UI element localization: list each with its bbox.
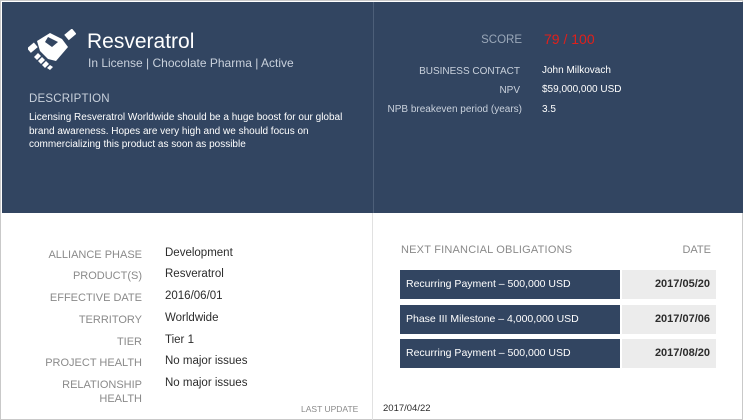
obligations-date-header: DATE	[682, 244, 711, 256]
detail-value: Tier 1	[165, 334, 194, 346]
last-update-label: LAST UPDATE	[301, 404, 359, 414]
obligation-row[interactable]: Recurring Payment – 500,000 USD 2017/08/…	[400, 339, 716, 368]
detail-label: EFFECTIVE DATE	[49, 292, 142, 304]
npv-label: NPV	[499, 85, 520, 96]
obligation-description: Recurring Payment – 500,000 USD	[400, 270, 620, 299]
detail-value: No major issues	[165, 355, 248, 367]
last-update-value: 2017/04/22	[383, 403, 431, 414]
business-contact-label: BUSINESS CONTACT	[419, 66, 520, 77]
detail-label: PRODUCT(S)	[72, 270, 142, 282]
obligations-header: NEXT FINANCIAL OBLIGATIONS	[401, 244, 573, 256]
handshake-icon	[28, 29, 76, 70]
business-contact-value: John Milkovach	[542, 65, 611, 76]
obligation-date: 2017/08/20	[622, 339, 716, 368]
obligation-date: 2017/05/20	[622, 270, 716, 299]
npv-value: $59,000,000 USD	[542, 84, 622, 95]
product-card: Resveratrol In License | Chocolate Pharm…	[0, 0, 743, 420]
product-title: Resveratrol	[87, 30, 195, 53]
score-value: 79 / 100	[544, 31, 595, 47]
obligation-row[interactable]: Recurring Payment – 500,000 USD 2017/05/…	[400, 270, 716, 299]
breakeven-label: NPB breakeven period (years)	[387, 104, 522, 115]
detail-label: PROJECT HEALTH	[45, 357, 142, 369]
obligation-date: 2017/07/06	[622, 305, 716, 334]
obligation-description: Phase III Milestone – 4,000,000 USD	[400, 305, 620, 334]
score-label: SCORE	[481, 34, 522, 46]
obligation-description: Recurring Payment – 500,000 USD	[400, 339, 620, 368]
detail-label: TERRITORY	[78, 314, 142, 326]
detail-value: 2016/06/01	[165, 290, 223, 302]
product-subtitle: In License | Chocolate Pharma | Active	[88, 56, 294, 70]
header-panel: Resveratrol In License | Chocolate Pharm…	[2, 2, 743, 213]
detail-label: RELATIONSHIP HEALTH	[62, 379, 142, 405]
detail-value: Worldwide	[165, 312, 219, 324]
description-label: DESCRIPTION	[29, 93, 110, 105]
detail-label: ALLIANCE PHASE	[48, 249, 142, 261]
description-text: Licensing Resveratrol Worldwide should b…	[29, 112, 343, 150]
body-divider	[372, 213, 373, 420]
obligation-row[interactable]: Phase III Milestone – 4,000,000 USD 2017…	[400, 305, 716, 334]
detail-label: TIER	[116, 336, 142, 348]
detail-value: No major issues	[165, 377, 248, 389]
breakeven-value: 3.5	[542, 104, 556, 115]
detail-value: Development	[165, 247, 233, 259]
detail-value: Resveratrol	[165, 268, 224, 280]
